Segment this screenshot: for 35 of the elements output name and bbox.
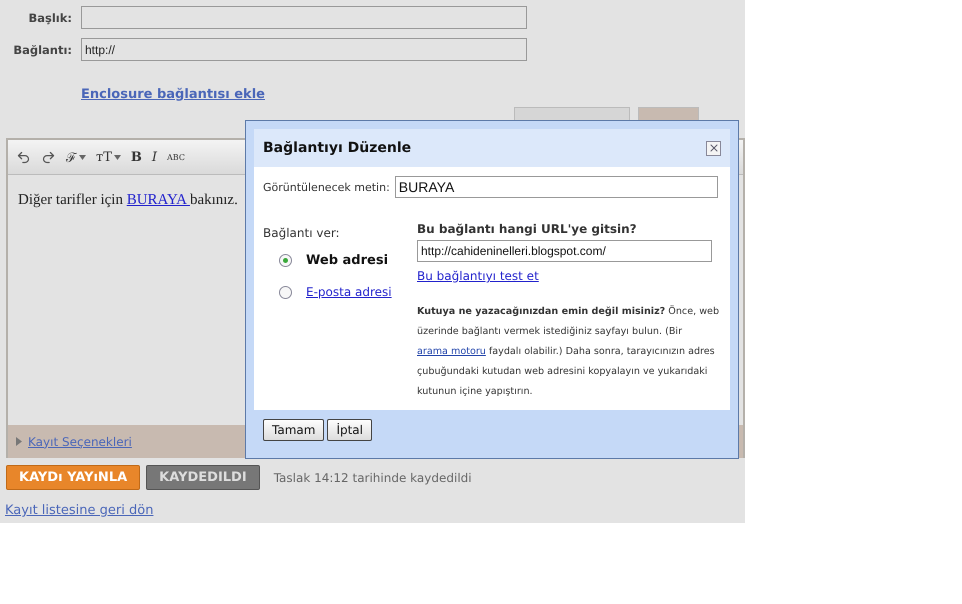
field-label: Başlık: xyxy=(27,10,72,24)
expand-icon[interactable] xyxy=(16,437,22,446)
url-question: Bu bağlantı hangi URL'ye gitsin? xyxy=(417,222,638,236)
option-label: Web adresi xyxy=(306,253,388,268)
option-link[interactable]: E-posta adresi xyxy=(306,285,392,299)
buraya-link[interactable]: BURAYA xyxy=(126,192,190,208)
enclosure-link[interactable]: Enclosure bağlantısı ekle xyxy=(81,87,265,102)
display-text-field[interactable]: BURAYA xyxy=(394,176,718,198)
redo-icon[interactable] xyxy=(41,150,56,164)
field-label: Bağlantı: xyxy=(12,42,72,56)
help-text: Kutuya ne yazacağınızdan emin değil misiniz? Önce, web üzerinde bağlantı vermek istediğiniz sayfayı bulun. (Bir arama motoru faydalı olabilir.) Daha sonra, tarayıcınızın adres çubuğundaki kutudan web adresini kopyalayın ve yukarıdaki kutunun içine yapıştırın. xyxy=(417,304,720,399)
italic-button[interactable]: I xyxy=(152,150,158,164)
text-field[interactable]: http:// xyxy=(81,38,527,61)
caret-icon xyxy=(114,154,121,160)
close-button[interactable] xyxy=(706,140,721,156)
radio-button[interactable] xyxy=(279,286,292,298)
bold-button[interactable]: B xyxy=(130,150,142,164)
spellcheck-button[interactable]: ABC xyxy=(167,152,185,162)
text-size-menu[interactable]: тT xyxy=(96,150,121,164)
caret-icon xyxy=(79,154,86,160)
close-icon xyxy=(708,142,720,154)
url-field[interactable]: http://cahideninelleri.blogspot.com/ xyxy=(417,240,712,262)
undo-icon[interactable] xyxy=(16,150,31,164)
back-link[interactable]: Kayıt listesine geri dön xyxy=(5,503,154,518)
font-menu[interactable]: ℱ xyxy=(66,148,86,166)
field-label: Görüntülenecek metin: xyxy=(263,180,390,194)
text-field[interactable] xyxy=(81,6,527,29)
cancel-button[interactable]: İptal xyxy=(327,419,372,441)
save-status: Taslak 14:12 tarihinde kaydedildi xyxy=(274,470,472,484)
test-link[interactable]: Bu bağlantıyı test et xyxy=(417,269,539,283)
dialog-title: Bağlantıyı Düzenle xyxy=(263,140,412,156)
search-engine-link[interactable]: arama motoru xyxy=(417,346,486,357)
radio-button[interactable] xyxy=(279,254,292,267)
ok-button[interactable]: Tamam xyxy=(263,419,324,441)
field-label: Bağlantı ver: xyxy=(263,226,340,240)
